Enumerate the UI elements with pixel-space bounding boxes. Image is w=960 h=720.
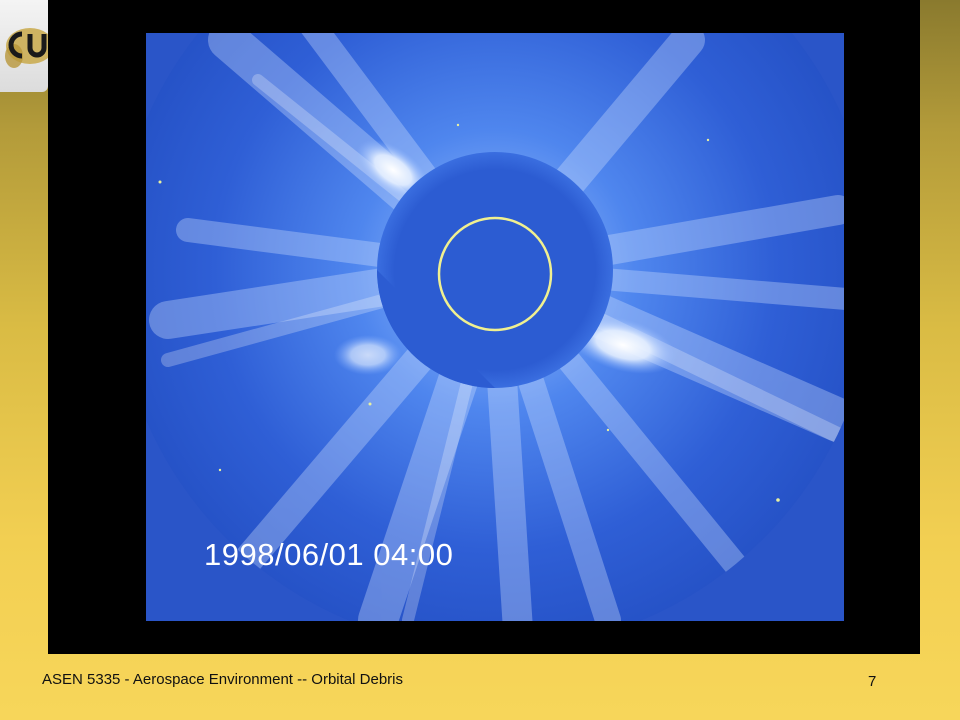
image-timestamp: 1998/06/01 04:00 (204, 537, 453, 572)
slide-background: 1998/06/01 04:00 ASEN 5335 - Aerospace E… (0, 0, 960, 720)
slide-footer: ASEN 5335 - Aerospace Environment -- Orb… (42, 671, 403, 688)
cu-logo-icon (5, 28, 48, 68)
slide-page-number: 7 (868, 673, 877, 690)
coronagraph-image: 1998/06/01 04:00 (146, 33, 844, 621)
university-logo (0, 0, 48, 92)
coronagraph-image-frame: 1998/06/01 04:00 (48, 0, 920, 654)
